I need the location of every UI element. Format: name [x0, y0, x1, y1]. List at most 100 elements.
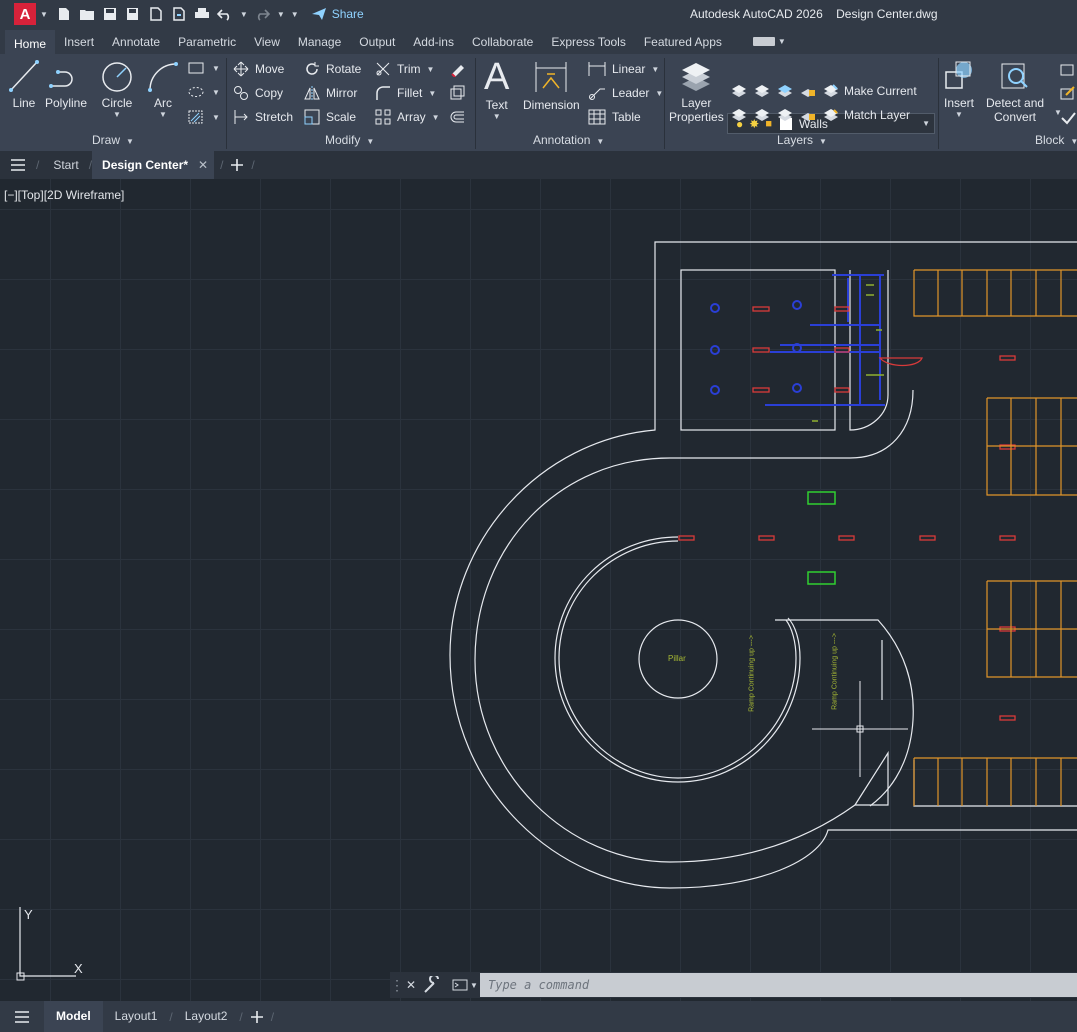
match-layer-button[interactable]: Match Layer — [844, 108, 910, 122]
layer-lock-tool-icon[interactable] — [800, 84, 816, 98]
layers-panel-title[interactable]: Layers ▼ — [777, 133, 827, 147]
mirror-button[interactable]: Mirror — [304, 85, 357, 101]
new-tab-plus-icon[interactable] — [223, 151, 251, 179]
open-folder-icon[interactable] — [79, 6, 95, 22]
insert-chevron-icon[interactable]: ▼ — [942, 110, 976, 119]
share-button[interactable]: Share — [311, 7, 364, 21]
leader-chevron-icon[interactable]: ▼ — [655, 89, 663, 98]
fillet-button[interactable]: Fillet ▼ — [375, 85, 436, 101]
layer-freeze-icon[interactable] — [777, 84, 793, 98]
annotation-panel-title[interactable]: Annotation ▼ — [533, 133, 604, 147]
open-web-icon[interactable] — [148, 6, 164, 22]
tab-parametric[interactable]: Parametric — [169, 30, 245, 54]
command-history-icon[interactable]: ▼ — [450, 979, 480, 991]
layer-isolate-icon[interactable] — [754, 84, 770, 98]
tab-express-tools[interactable]: Express Tools — [542, 30, 634, 54]
tab-view[interactable]: View — [245, 30, 289, 54]
app-menu-chevron-icon[interactable]: ▼ — [40, 10, 48, 19]
stretch-button[interactable]: Stretch — [233, 109, 293, 125]
tab-model[interactable]: Model — [44, 1001, 103, 1032]
text-button[interactable]: A Text ▼ — [484, 58, 509, 121]
customize-wrench-icon[interactable] — [422, 976, 444, 994]
command-grip-icon[interactable]: ⋮ — [390, 977, 404, 994]
layer-unlock-icon[interactable] — [800, 108, 816, 122]
redo-icon[interactable] — [254, 6, 270, 22]
layer-properties-button[interactable]: Layer Properties — [669, 58, 724, 124]
linear-chevron-icon[interactable]: ▼ — [651, 65, 659, 74]
tab-home[interactable]: Home — [5, 30, 56, 54]
drawing-canvas[interactable]: [−][Top][2D Wireframe] Pillar Ramp Conti… — [0, 179, 1077, 1001]
block-panel-more-chevron-icon[interactable]: ▼ — [1054, 108, 1062, 117]
tab-output[interactable]: Output — [350, 30, 404, 54]
redo-chevron-icon[interactable]: ▼ — [277, 10, 285, 19]
array-button[interactable]: Array ▼ — [375, 109, 440, 125]
fillet-chevron-icon[interactable]: ▼ — [428, 89, 436, 98]
detect-convert-button[interactable]: Detect and Convert — [986, 58, 1044, 124]
new-layout-plus-icon[interactable] — [243, 1001, 271, 1032]
move-button[interactable]: Move — [233, 61, 284, 77]
tab-collaborate[interactable]: Collaborate — [463, 30, 542, 54]
ellipse-button[interactable]: ▼ — [188, 86, 220, 98]
close-tab-icon[interactable]: ✕ — [198, 151, 208, 179]
modify-panel-title[interactable]: Modify ▼ — [325, 133, 374, 147]
tab-design-center[interactable]: Design Center* ✕ — [92, 151, 215, 179]
arc-button[interactable]: Arc ▼ — [146, 58, 180, 119]
scale-button[interactable]: Scale — [304, 109, 356, 125]
ellipse-chevron-icon[interactable]: ▼ — [212, 88, 220, 97]
tab-start[interactable]: Start — [43, 151, 88, 179]
rectangle-chevron-icon[interactable]: ▼ — [212, 64, 220, 73]
array-chevron-icon[interactable]: ▼ — [432, 113, 440, 122]
text-chevron-icon[interactable]: ▼ — [484, 112, 509, 121]
dimension-button[interactable]: Dimension — [523, 58, 580, 112]
table-button[interactable]: Table — [588, 109, 641, 125]
command-input[interactable]: Type a command — [480, 973, 1077, 997]
line-button[interactable]: Line — [8, 58, 40, 110]
save-icon[interactable] — [102, 6, 118, 22]
save-as-icon[interactable] — [125, 6, 141, 22]
polyline-button[interactable]: Polyline — [45, 58, 87, 110]
trim-button[interactable]: Trim ▼ — [375, 61, 434, 77]
tab-insert[interactable]: Insert — [55, 30, 103, 54]
make-current-button[interactable]: Make Current — [844, 84, 917, 98]
undo-icon[interactable] — [216, 6, 233, 22]
hatch-chevron-icon[interactable]: ▼ — [212, 113, 220, 122]
tab-add-ins[interactable]: Add-ins — [404, 30, 463, 54]
leader-button[interactable]: Leader ▼ — [588, 85, 663, 101]
tab-featured-apps[interactable]: Featured Apps — [635, 30, 731, 54]
layer-thaw-icon[interactable] — [777, 108, 793, 122]
arc-chevron-icon[interactable]: ▼ — [146, 110, 180, 119]
circle-chevron-icon[interactable]: ▼ — [100, 110, 134, 119]
rotate-button[interactable]: Rotate — [304, 61, 361, 77]
ribbon-display-toggle[interactable] — [752, 36, 775, 46]
tab-layout2[interactable]: Layout2 — [173, 1001, 240, 1032]
linear-dimension-button[interactable]: Linear ▼ — [588, 61, 659, 77]
layer-off-icon[interactable] — [731, 84, 747, 98]
layer-on-icon[interactable] — [731, 108, 747, 122]
undo-chevron-icon[interactable]: ▼ — [240, 10, 248, 19]
hatch-button[interactable]: ▼ — [188, 110, 220, 124]
layout-menu-hamburger-icon[interactable] — [0, 1001, 44, 1032]
trim-chevron-icon[interactable]: ▼ — [427, 65, 435, 74]
copy-button[interactable]: Copy — [233, 85, 283, 101]
autocad-logo[interactable]: A — [14, 3, 36, 25]
customize-toolbar-icon[interactable]: ▼ — [291, 10, 299, 19]
edit-block-button[interactable] — [1060, 85, 1076, 101]
new-file-icon[interactable] — [56, 6, 72, 22]
close-command-icon[interactable]: ✕ — [400, 978, 422, 992]
ribbon-display-chevron-icon[interactable]: ▼ — [778, 37, 786, 46]
plot-icon[interactable] — [194, 6, 210, 22]
tab-manage[interactable]: Manage — [289, 30, 350, 54]
tab-annotate[interactable]: Annotate — [103, 30, 169, 54]
block-panel-title[interactable]: Block ▼ — [1035, 133, 1077, 147]
circle-button[interactable]: Circle ▼ — [100, 58, 134, 119]
edit-attributes-button[interactable] — [1060, 109, 1076, 125]
layer-unisolate-icon[interactable] — [754, 108, 770, 122]
explode-button[interactable] — [449, 85, 471, 101]
save-web-icon[interactable] — [171, 6, 187, 22]
tab-layout1[interactable]: Layout1 — [103, 1001, 170, 1032]
file-menu-hamburger-icon[interactable] — [0, 151, 36, 179]
rectangle-button[interactable]: ▼ — [188, 62, 220, 74]
insert-block-button[interactable]: Insert ▼ — [942, 58, 976, 119]
create-block-button[interactable] — [1060, 61, 1076, 77]
erase-button[interactable] — [449, 61, 471, 77]
